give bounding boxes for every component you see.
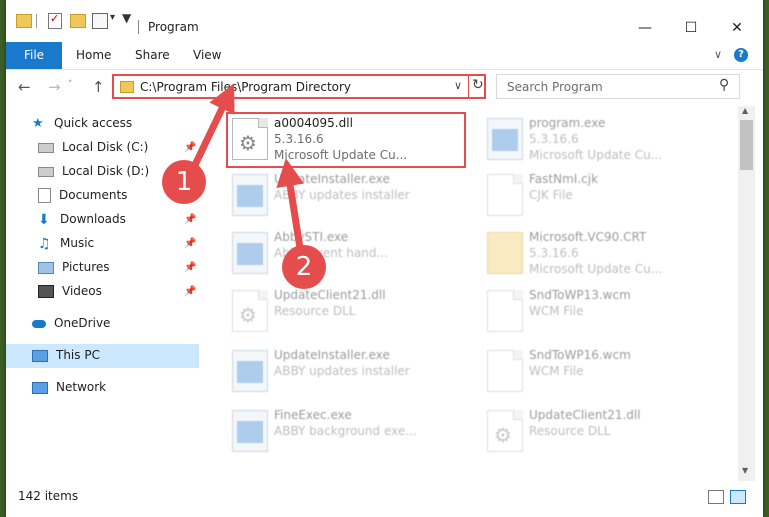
arrow-to-dll-file — [276, 158, 305, 249]
step-2-badge: 2 — [282, 245, 326, 289]
step-1-badge: 1 — [162, 160, 206, 204]
annotation-arrows — [191, 83, 305, 249]
arrow-to-address-bar — [191, 83, 235, 167]
